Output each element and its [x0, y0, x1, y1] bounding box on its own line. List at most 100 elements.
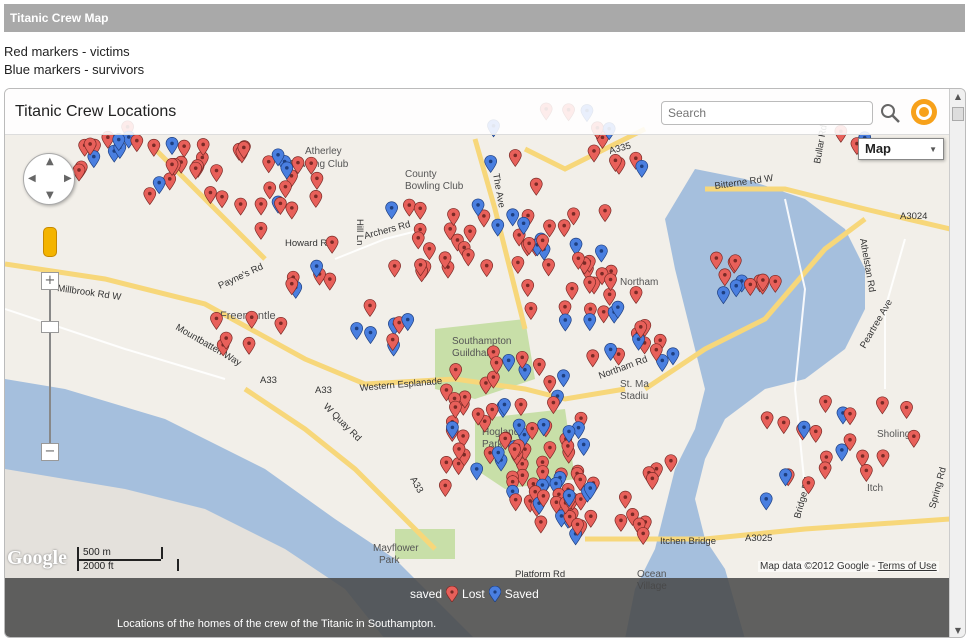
marker-dot	[506, 358, 511, 363]
marker-dot	[170, 141, 174, 146]
scroll-thumb[interactable]	[952, 107, 964, 121]
marker-dot	[170, 162, 174, 167]
marker-dot	[368, 303, 372, 308]
marker-dot	[488, 450, 492, 455]
road-hill-ln: Hill Ln	[354, 219, 365, 245]
zoom-in-button[interactable]: +	[41, 272, 59, 290]
marker-dot	[733, 258, 738, 263]
road-a33-b: A33	[315, 385, 332, 396]
marker-dot	[576, 256, 581, 261]
marker-dot	[453, 367, 458, 372]
marker-dot	[259, 202, 263, 206]
map-header: Titanic Crew Locations	[5, 89, 950, 135]
marker-dot	[764, 497, 769, 501]
logo-icon[interactable]	[909, 97, 939, 127]
zoom-track[interactable]	[49, 284, 51, 444]
scroll-up-icon[interactable]: ▲	[952, 91, 964, 103]
marker-dot	[354, 326, 359, 331]
marker-dot	[455, 238, 460, 242]
marker-dot	[638, 325, 643, 329]
pan-down-icon[interactable]: ▼	[46, 190, 54, 201]
label-sholing: Sholing	[877, 429, 910, 440]
label-st-marys: St. Ma	[620, 379, 649, 390]
marker-dot	[840, 448, 844, 452]
map-widget[interactable]: Atherley Bowling Club County Bowling Clu…	[4, 88, 966, 638]
marker-dot	[912, 434, 916, 439]
marker-dot	[330, 240, 334, 244]
zoom-slider-handle[interactable]	[41, 321, 59, 333]
label-county-bowling: Bowling Club	[405, 181, 464, 192]
marker-dot	[540, 238, 545, 243]
terms-link[interactable]: Terms of Use	[878, 561, 937, 572]
marker-dot	[734, 283, 739, 288]
marker-dot	[531, 482, 536, 486]
marker-dot	[259, 226, 263, 231]
scrollbar[interactable]: ▲ ▼	[949, 89, 965, 637]
marker-dot	[588, 307, 593, 311]
marker-dot	[462, 245, 466, 250]
marker-dot	[523, 367, 527, 372]
marker-dot	[823, 466, 827, 470]
marker-dot	[616, 352, 621, 356]
marker-dot	[551, 400, 556, 405]
search-icon[interactable]	[878, 101, 902, 125]
marker-dot	[496, 450, 501, 455]
marker-dot	[490, 407, 495, 412]
label-atherley: Atherley	[305, 146, 342, 157]
marker-dot	[285, 166, 289, 170]
marker-dot	[290, 206, 294, 210]
marker-dot	[214, 316, 219, 321]
marker-dot	[516, 260, 520, 265]
marker-dot	[723, 272, 727, 277]
marker-dot	[510, 213, 515, 217]
pan-control[interactable]: ▲ ▼ ◀ ▶	[23, 153, 75, 205]
marker-dot	[567, 429, 571, 434]
marker-dot	[279, 321, 283, 326]
marker-dot	[541, 422, 546, 427]
marker-dot	[575, 522, 580, 527]
marker-dot	[613, 158, 618, 163]
legend-victims: Red markers - victims	[4, 44, 130, 59]
street-view-pegman-icon[interactable]	[43, 227, 57, 257]
map-type-select[interactable]: Map ▼	[858, 138, 944, 160]
marker-dot	[520, 355, 525, 360]
marker-dot	[880, 400, 885, 405]
marker-dot	[418, 262, 423, 267]
marker-dot	[881, 453, 885, 458]
marker-dot	[563, 318, 568, 322]
marker-dot	[392, 264, 397, 268]
marker-dot	[607, 292, 612, 297]
marker-dot	[328, 277, 332, 281]
search-input[interactable]	[661, 101, 873, 125]
marker-dot	[135, 138, 139, 143]
marker-dot	[634, 156, 638, 160]
marker-dot	[457, 447, 461, 451]
pan-right-icon[interactable]: ▶	[64, 173, 72, 184]
legend-caption-bar: saved Lost Saved Locations of the homes …	[5, 578, 950, 637]
marker-dot	[567, 493, 571, 498]
scroll-down-icon[interactable]: ▼	[952, 625, 964, 637]
pan-left-icon[interactable]: ◀	[28, 173, 36, 184]
marker-dot	[201, 142, 205, 147]
google-logo: Google	[7, 547, 67, 569]
marker-dot	[512, 447, 517, 451]
marker-dot	[224, 336, 228, 340]
marker-dot	[405, 317, 410, 322]
marker-dot	[570, 286, 574, 291]
marker-dot	[540, 483, 545, 487]
marker-dot	[247, 341, 251, 346]
marker-dot	[397, 320, 401, 325]
marker-dot	[444, 388, 449, 392]
marker-dot	[824, 455, 829, 459]
map-attribution: Map data ©2012 Google - Terms of Use	[758, 561, 939, 572]
marker-dot	[513, 497, 518, 502]
zoom-out-button[interactable]: −	[41, 443, 59, 461]
marker-dot	[600, 135, 605, 140]
marker-dot	[634, 290, 638, 295]
marker-dot	[494, 360, 499, 365]
map-title: Titanic Crew Locations	[15, 103, 177, 120]
pan-up-icon[interactable]: ▲	[46, 156, 54, 167]
marker-dot	[636, 337, 641, 341]
marker-dot	[641, 531, 645, 536]
marker-dot	[157, 180, 162, 185]
